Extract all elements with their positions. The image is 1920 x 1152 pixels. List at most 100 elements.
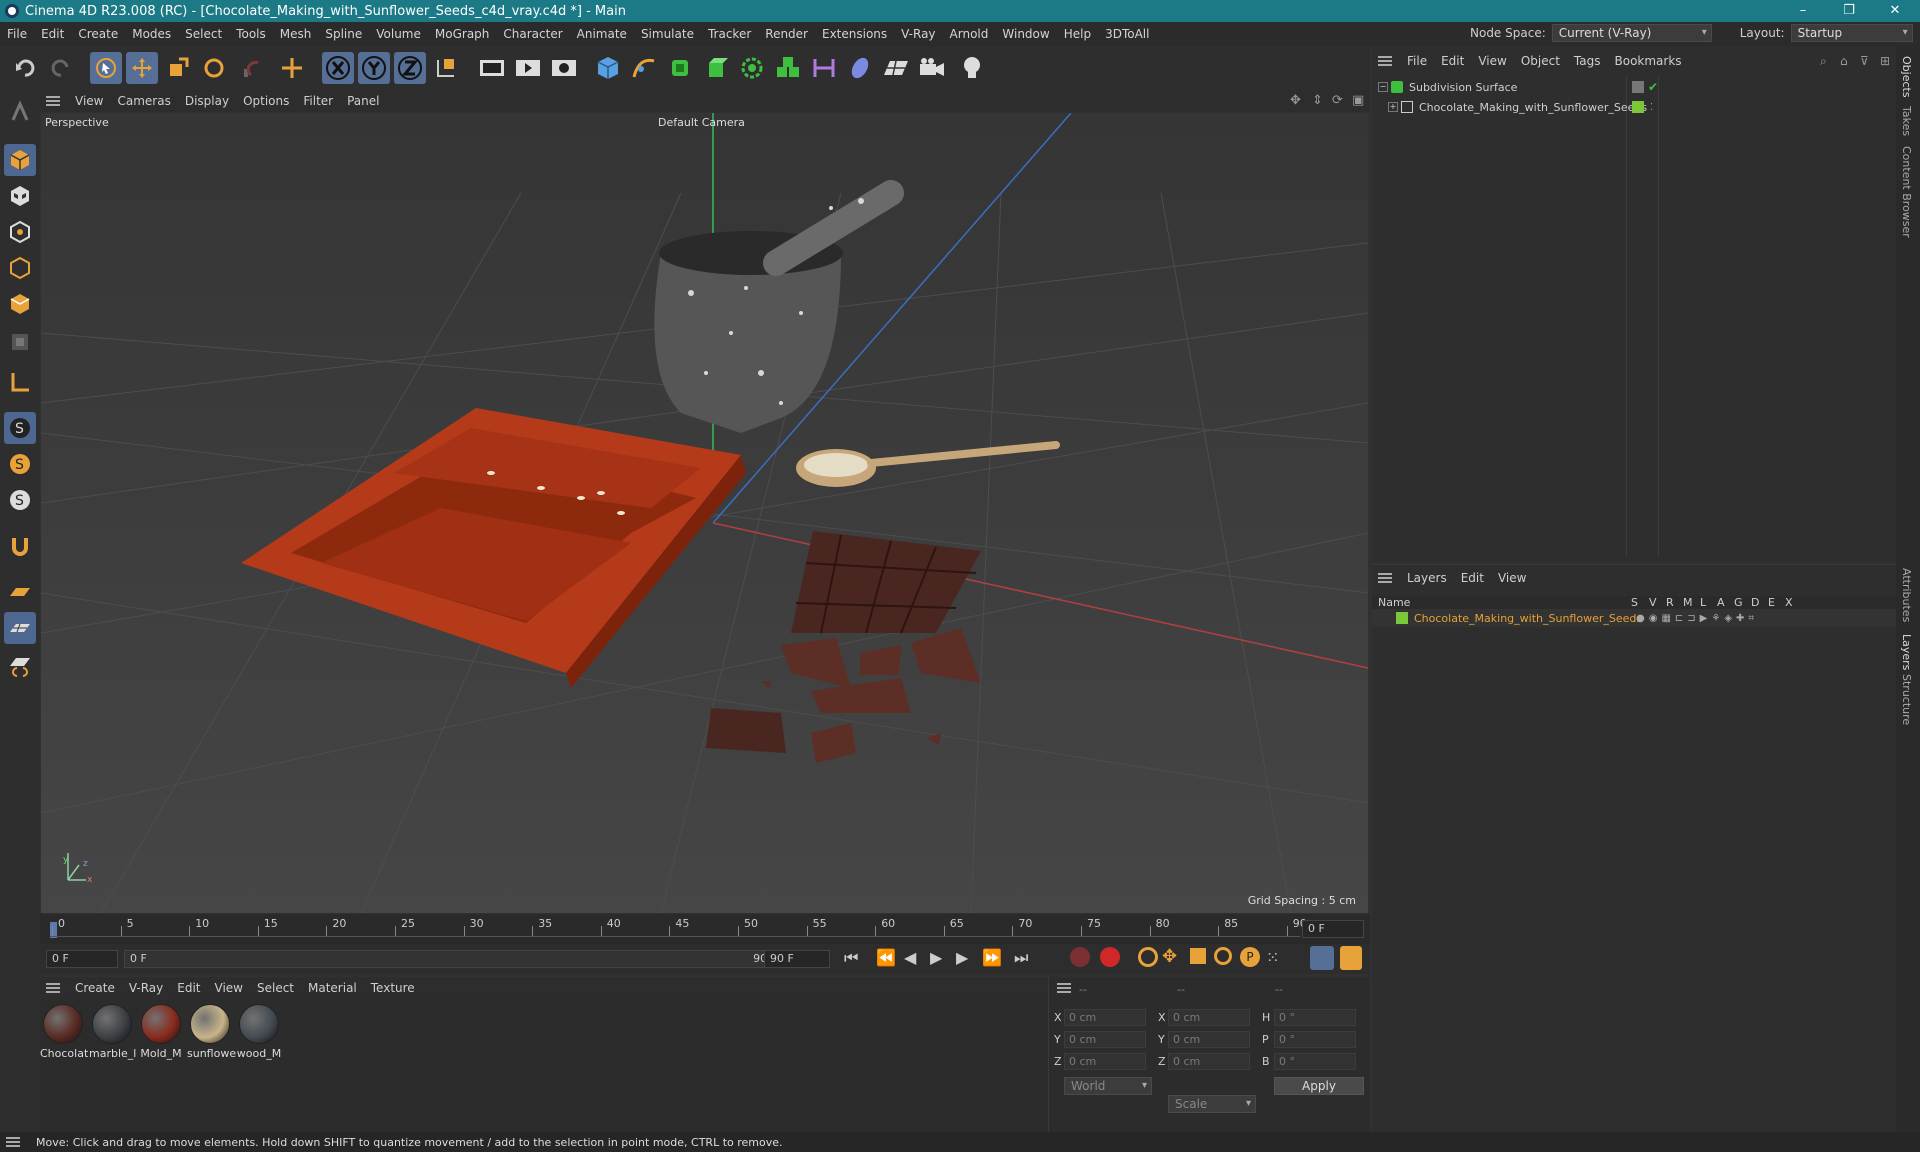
rotation-p-input[interactable]: 0 ° [1274, 1031, 1356, 1048]
menu-spline[interactable]: Spline [318, 27, 369, 41]
viewport-maximize-icon[interactable]: ▣ [1352, 93, 1364, 108]
cube-primitive-icon[interactable] [592, 52, 624, 84]
material-menu-material[interactable]: Material [301, 981, 364, 995]
viewport-menu-panel[interactable]: Panel [340, 94, 386, 108]
z-axis-lock-button[interactable] [394, 52, 426, 84]
viewport-nav-move-icon[interactable]: ✥ [1290, 93, 1301, 108]
menu-animate[interactable]: Animate [570, 27, 634, 41]
object-search-icon[interactable]: ⌕ [1820, 54, 1827, 69]
viewport-menu-cameras[interactable]: Cameras [110, 94, 177, 108]
object-menu-file[interactable]: File [1400, 54, 1434, 68]
menu-tracker[interactable]: Tracker [701, 27, 758, 41]
3d-viewport[interactable]: Perspective Default Camera y z x Grid Sp… [41, 113, 1368, 913]
menu-window[interactable]: Window [995, 27, 1056, 41]
menu-character[interactable]: Character [496, 27, 569, 41]
rotation-b-input[interactable]: 0 ° [1274, 1053, 1356, 1070]
menu-render[interactable]: Render [758, 27, 815, 41]
material-mold[interactable]: Mold_M [138, 1004, 184, 1060]
coordinate-space-dropdown[interactable]: World [1064, 1077, 1152, 1095]
layer-menu-icon[interactable] [1378, 573, 1392, 583]
menu-arnold[interactable]: Arnold [943, 27, 996, 41]
menu-mograph[interactable]: MoGraph [428, 27, 497, 41]
apply-button[interactable]: Apply [1274, 1077, 1364, 1095]
previous-frame-button[interactable]: ◀ [904, 948, 916, 967]
expand-toggle-icon[interactable]: + [1388, 102, 1398, 112]
size-z-input[interactable]: 0 cm [1168, 1053, 1250, 1070]
object-menu-icon[interactable] [1378, 56, 1392, 66]
viewport-menu-icon[interactable] [46, 96, 60, 106]
object-filter-icon[interactable]: ⊽ [1860, 54, 1869, 68]
light-object-icon[interactable] [956, 52, 988, 84]
viewport-menu-options[interactable]: Options [236, 94, 296, 108]
enabled-check-icon[interactable]: ✔ [1648, 80, 1658, 94]
position-z-input[interactable]: 0 cm [1064, 1053, 1146, 1070]
status-menu-icon[interactable] [6, 1137, 20, 1147]
key-rotation-icon[interactable] [1214, 947, 1232, 965]
deformer-bend-icon[interactable] [808, 52, 840, 84]
layer-color-swatch[interactable] [1396, 612, 1408, 624]
object-home-icon[interactable]: ⌂ [1840, 54, 1848, 68]
end-frame-field[interactable]: 90 F [764, 950, 830, 968]
viewport-nav-rotate-icon[interactable]: ⟳ [1332, 93, 1343, 108]
layer-name[interactable]: Chocolate_Making_with_Sunflower_Seeds [1414, 612, 1642, 625]
size-x-input[interactable]: 0 cm [1168, 1009, 1250, 1026]
y-axis-lock-button[interactable] [358, 52, 390, 84]
menu-help[interactable]: Help [1057, 27, 1098, 41]
menu-create[interactable]: Create [71, 27, 125, 41]
autokey-icon[interactable] [1100, 947, 1120, 967]
magnet-icon[interactable] [4, 530, 36, 562]
preview-range-slider[interactable]: 0 F 90 F [124, 950, 784, 968]
current-frame-field[interactable]: 0 F [1302, 920, 1364, 938]
menu-edit[interactable]: Edit [34, 27, 71, 41]
rotate-tool[interactable] [198, 52, 230, 84]
object-menu-object[interactable]: Object [1514, 54, 1567, 68]
extrude-icon[interactable] [700, 52, 732, 84]
next-key-button[interactable]: ⏩ [982, 948, 1002, 967]
key-position-icon[interactable]: ✥ [1162, 946, 1177, 967]
object-new-window-icon[interactable]: ⊞ [1880, 54, 1890, 68]
motion-system-icon[interactable] [1310, 946, 1334, 970]
model-mode-icon[interactable] [4, 144, 36, 176]
coordinate-system-icon[interactable] [430, 52, 462, 84]
visibility-dots-icon[interactable]: ⁚ [1650, 102, 1653, 113]
layer-row[interactable]: Chocolate_Making_with_Sunflower_Seeds ●◉… [1372, 609, 1896, 627]
grid-display-icon[interactable] [4, 612, 36, 644]
menu-3dtoall[interactable]: 3DToAll [1098, 27, 1156, 41]
scale-tool[interactable] [162, 52, 194, 84]
floor-grid-icon[interactable] [4, 576, 36, 608]
play-button[interactable]: ▶ [930, 948, 942, 967]
workplane-icon[interactable] [4, 366, 36, 398]
go-to-end-button[interactable]: ⏭ [1014, 948, 1028, 968]
menu-extensions[interactable]: Extensions [815, 27, 894, 41]
viewport-menu-display[interactable]: Display [178, 94, 236, 108]
next-frame-button[interactable]: ▶ [956, 948, 968, 967]
object-menu-tags[interactable]: Tags [1567, 54, 1608, 68]
position-x-input[interactable]: 0 cm [1064, 1009, 1146, 1026]
viewport-camera-name[interactable]: Default Camera [658, 116, 745, 129]
layer-menu-layers[interactable]: Layers [1400, 571, 1454, 585]
material-menu-texture[interactable]: Texture [364, 981, 422, 995]
timeline-ruler[interactable]: 0 5 10 15 20 25 30 35 40 45 50 55 60 65 70 75 80 85 90 0 F [40, 914, 1370, 944]
layer-menu-view[interactable]: View [1491, 571, 1533, 585]
object-menu-view[interactable]: View [1471, 54, 1513, 68]
layer-menu-edit[interactable]: Edit [1454, 571, 1491, 585]
snap-settings-icon[interactable]: S [4, 448, 36, 480]
tab-takes[interactable]: Takes [1900, 106, 1913, 136]
camera-object-icon[interactable] [916, 52, 948, 84]
rotation-h-input[interactable]: 0 ° [1274, 1009, 1356, 1026]
maximize-button[interactable]: ❐ [1826, 0, 1872, 22]
quantize-icon[interactable]: S [4, 484, 36, 516]
coordinate-mode-dropdown[interactable]: Scale [1168, 1095, 1256, 1113]
create-object-icon[interactable] [276, 52, 308, 84]
material-menu-vray[interactable]: V-Ray [122, 981, 170, 995]
coordinates-menu-icon[interactable] [1057, 983, 1071, 993]
tab-content-browser[interactable]: Content Browser [1900, 146, 1913, 238]
material-menu-create[interactable]: Create [68, 981, 122, 995]
material-marble[interactable]: marble_l [89, 1004, 136, 1060]
x-axis-lock-button[interactable] [322, 52, 354, 84]
live-selection-tool[interactable] [90, 52, 122, 84]
key-pla-icon[interactable]: ⁙ [1266, 948, 1279, 967]
minimize-button[interactable]: – [1780, 0, 1826, 22]
menu-file[interactable]: File [0, 27, 34, 41]
uv-mode-icon[interactable] [4, 326, 36, 358]
